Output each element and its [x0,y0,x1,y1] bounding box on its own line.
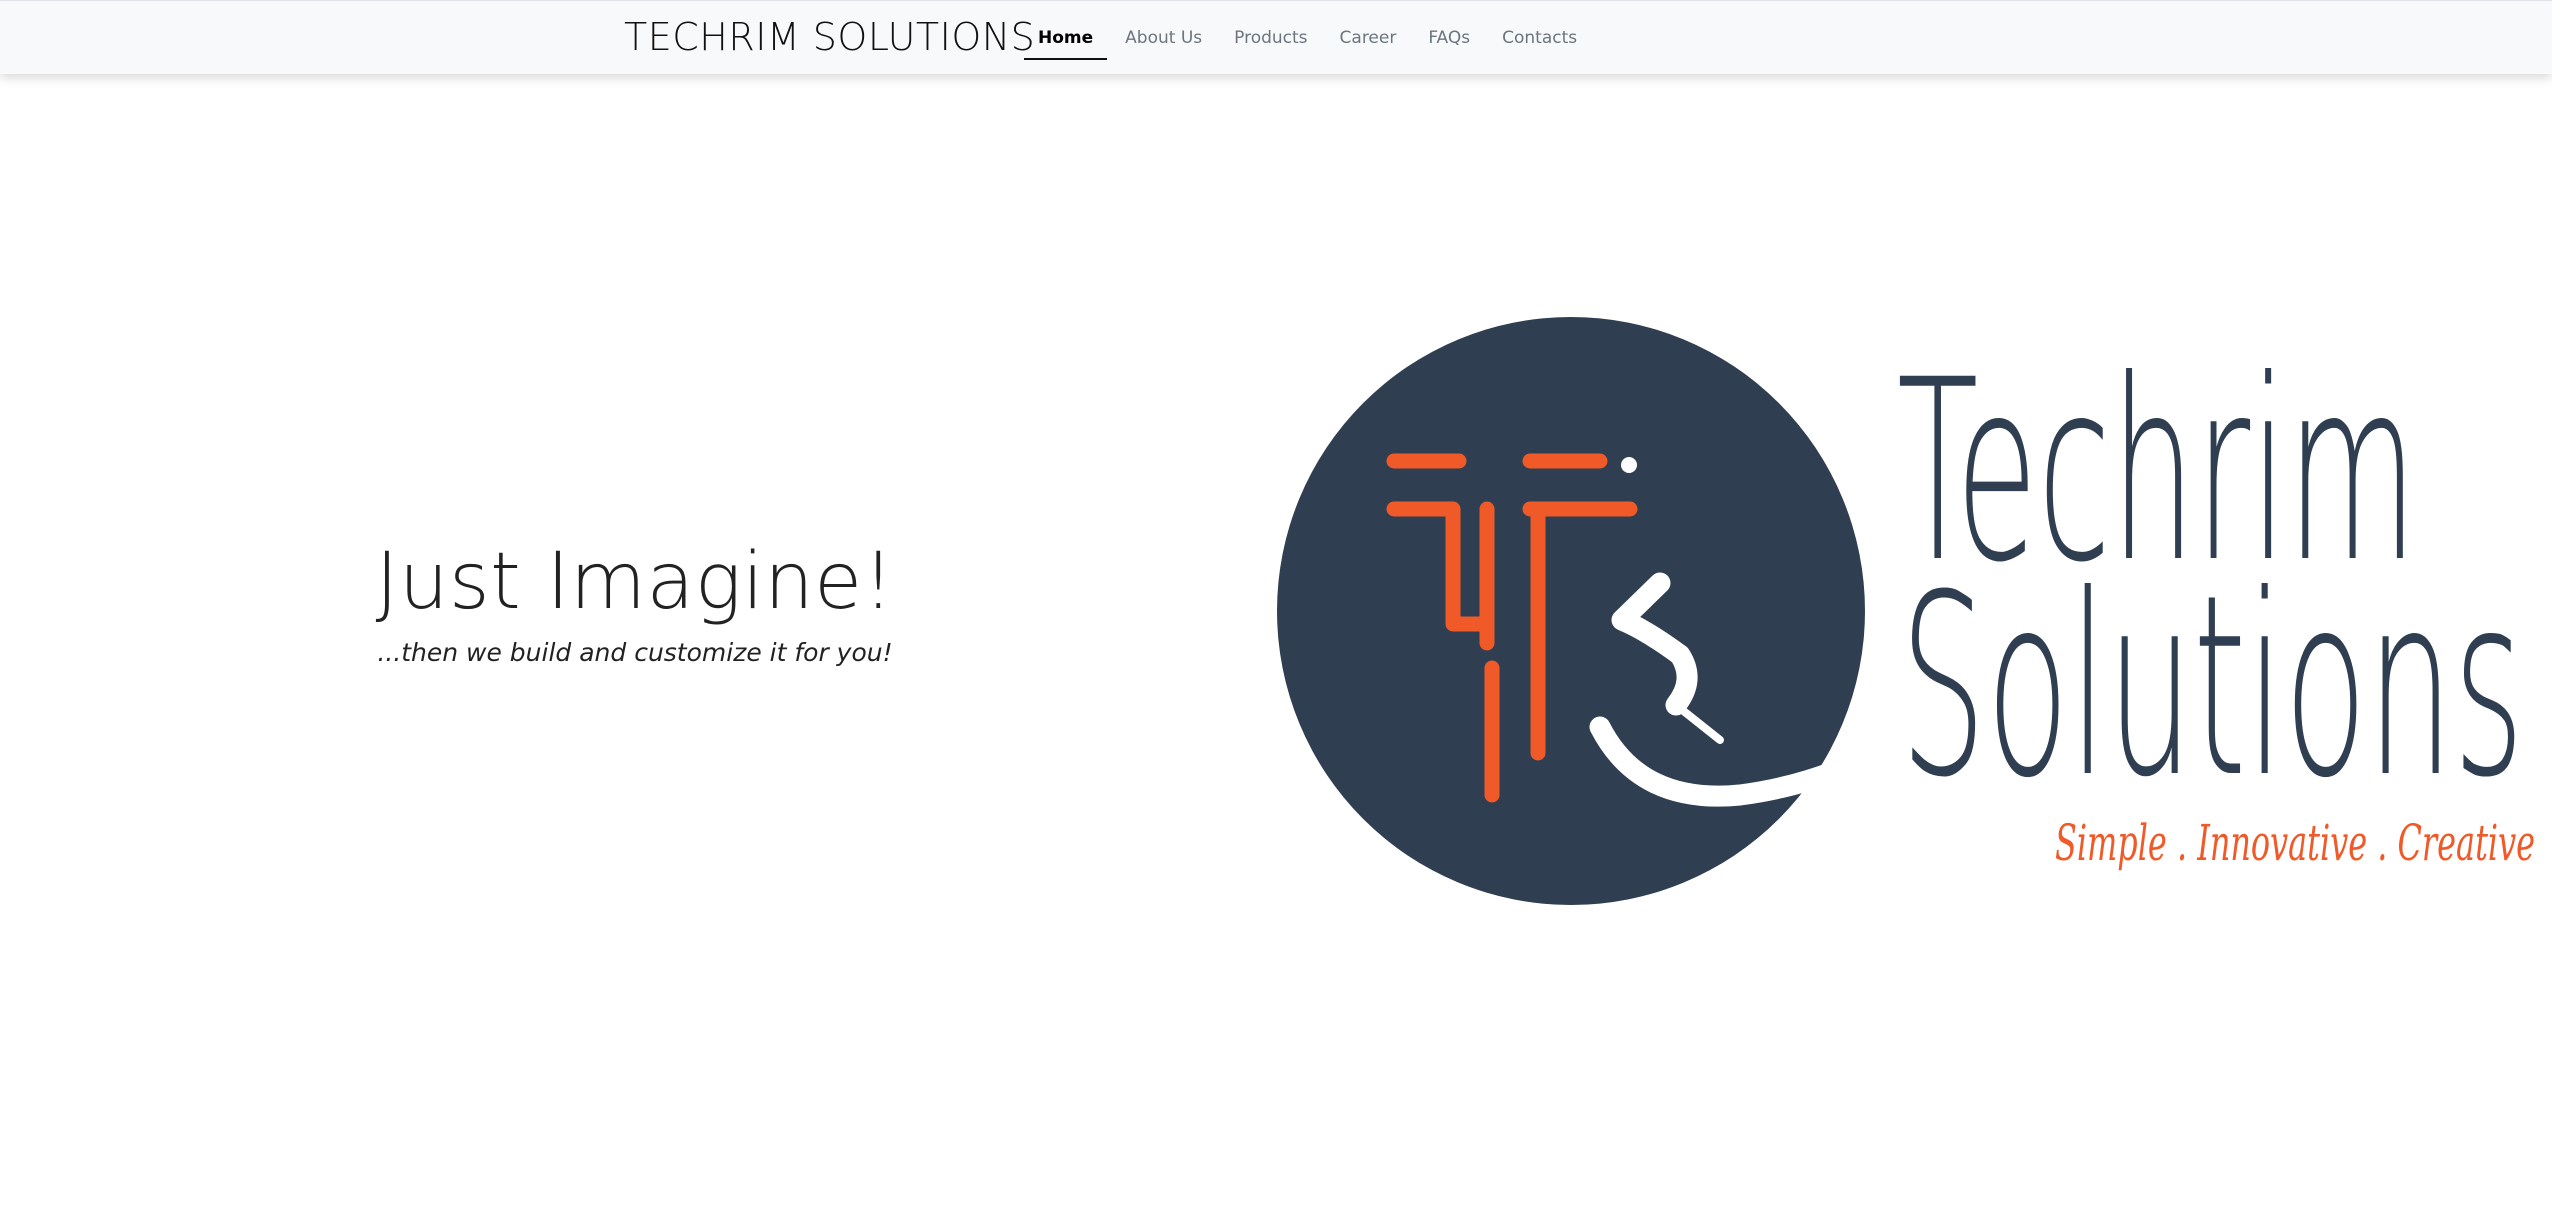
logo-name-line2: Solutions [1900,541,2524,832]
nav-link-faqs[interactable]: FAQs [1412,1,1486,75]
nav-link-products[interactable]: Products [1218,1,1323,75]
brand-title[interactable]: TECHRIM SOLUTIONS [624,15,1035,59]
nav-link-career[interactable]: Career [1324,1,1413,75]
hero-text-block: Just Imagine! ...then we build and custo… [300,537,970,667]
logo-tagline: Simple . Innovative . Creative [2055,814,2535,872]
hero-title: Just Imagine! [375,537,895,627]
nav-link-about-us[interactable]: About Us [1109,1,1218,75]
top-navbar: TECHRIM SOLUTIONS Home About Us Products… [0,0,2552,74]
logo-circle [1277,317,1865,905]
logo-wordmark: Techrim Solutions Simple . Innovative . … [1897,326,2535,872]
nav-menu: Home About Us Products Career FAQs Conta… [1022,1,1593,75]
techrim-logo: Techrim Solutions Simple . Innovative . … [1277,317,2535,905]
hero-subtitle: ...then we build and customize it for yo… [377,637,893,667]
nav-link-contacts[interactable]: Contacts [1486,1,1593,75]
logo-dot [1621,457,1637,473]
nav-link-home[interactable]: Home [1022,1,1109,75]
